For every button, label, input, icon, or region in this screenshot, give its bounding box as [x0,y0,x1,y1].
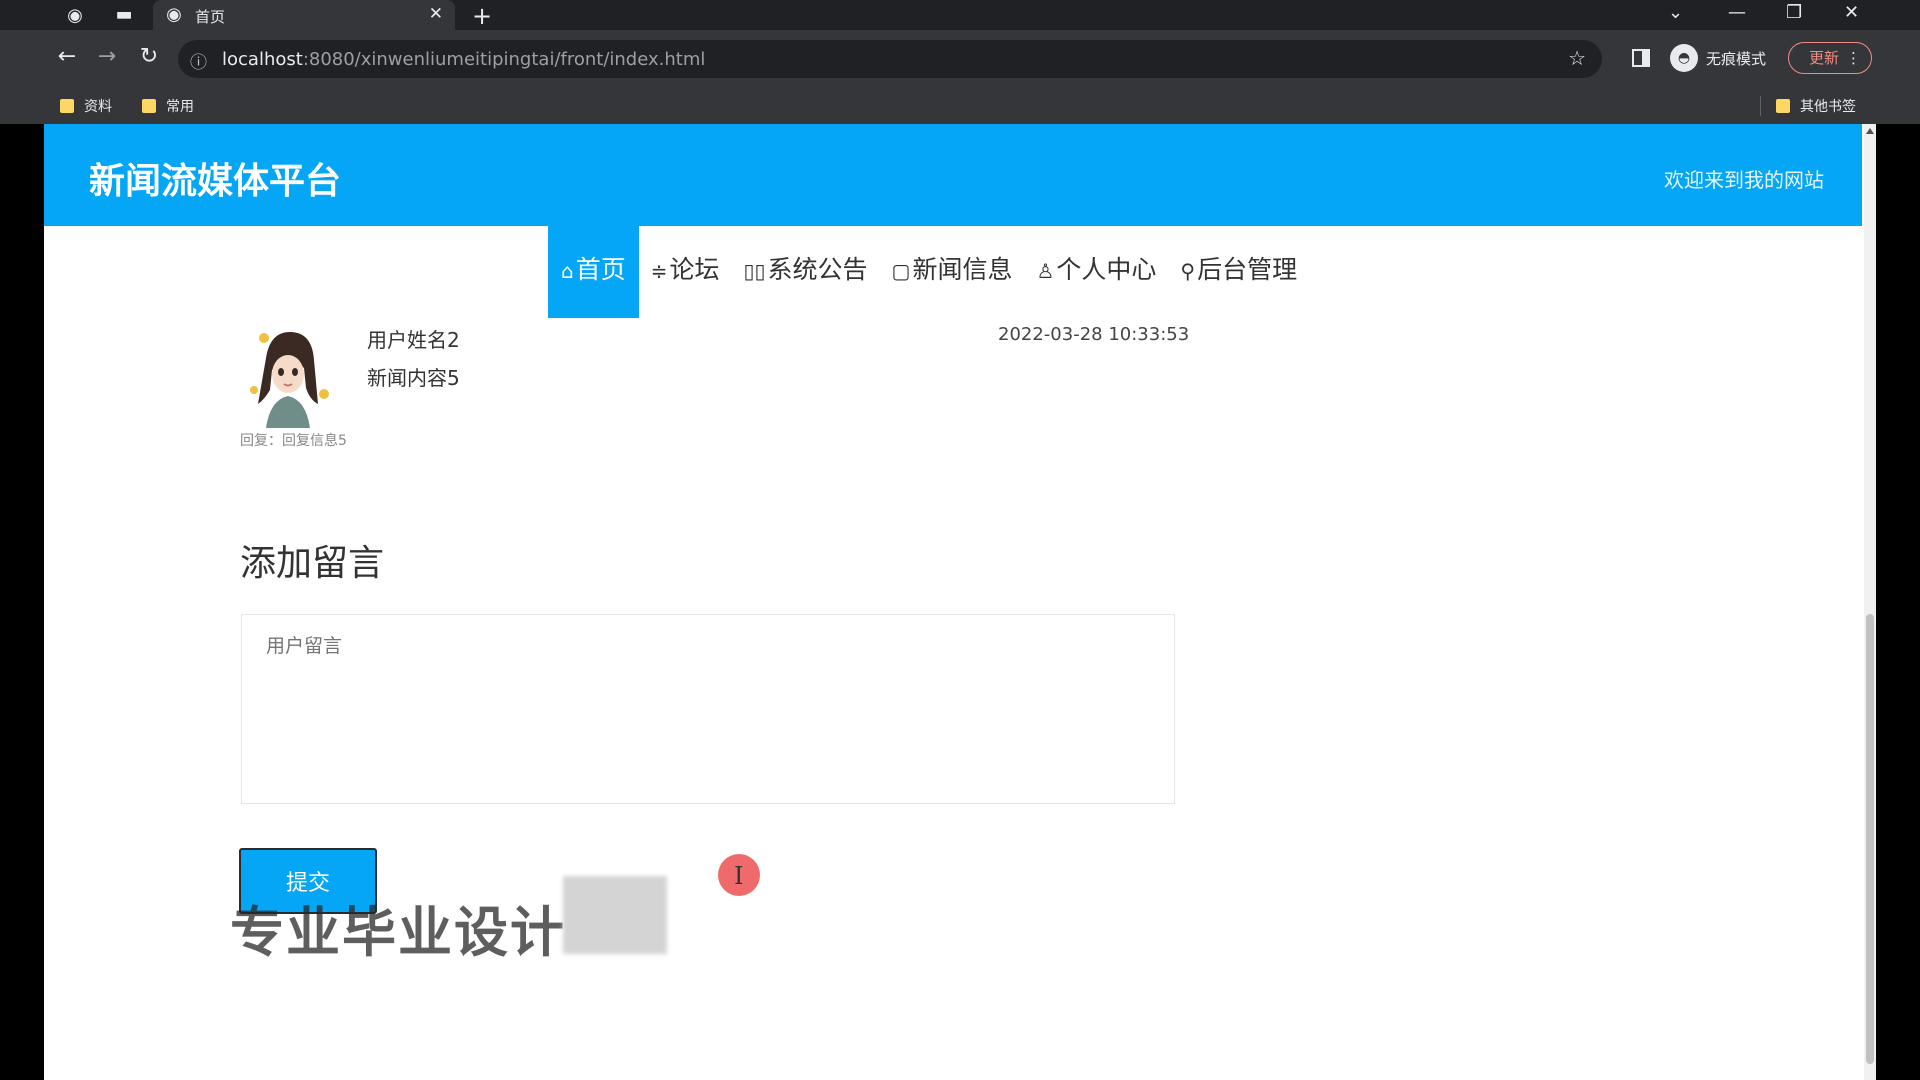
minimize-button[interactable]: — [1728,2,1746,23]
back-button[interactable]: ← [52,44,82,69]
message-input[interactable] [241,614,1175,804]
text-cursor-icon: I [734,862,744,890]
watermark-text: 专业毕业设计 [230,901,566,964]
address-bar[interactable]: ⓘ localhost:8080/xinwenliumeitipingtai/f… [178,40,1602,78]
folder-icon [142,99,156,113]
main-nav: ⌂首页 ≑论坛 ▯▯系统公告 ▢新闻信息 ♙个人中心 ⚲后台管理 [548,226,1309,318]
globe-icon[interactable]: ◉ [64,5,86,27]
nav-item-profile[interactable]: ♙个人中心 [1024,226,1168,318]
bookmarks-bar: 资料 常用 其他书签 [0,88,1920,124]
bookmark-folder[interactable]: 常用 [142,96,194,116]
globe-icon: ◉ [166,4,182,25]
nav-label: 后台管理 [1197,255,1298,284]
welcome-text: 欢迎来到我的网站 [1664,168,1824,192]
site-header: 新闻流媒体平台 欢迎来到我的网站 [44,124,1862,226]
scrollbar-thumb[interactable] [1866,614,1874,1064]
nav-item-news[interactable]: ▢新闻信息 [880,226,1025,318]
nav-label: 论坛 [669,255,720,284]
tab-title: 首页 [195,8,226,26]
url-path: :8080/xinwenliumeitipingtai/front/index.… [302,49,706,70]
comment-timestamp: 2022-03-28 10:33:53 [998,324,1190,345]
tab-home[interactable]: ◉ 首页 ✕ [153,0,455,30]
side-panel-icon[interactable] [1632,49,1650,67]
incognito-label: 无痕模式 [1706,50,1767,68]
restore-button[interactable]: ❐ [1786,2,1802,23]
section-title: 添加留言 [240,543,385,584]
reload-button[interactable]: ↻ [134,44,164,69]
browser-toolbar: ← → ↻ ⓘ localhost:8080/xinwenliumeitipin… [0,30,1920,88]
forward-button[interactable]: → [92,44,122,69]
bookmark-label: 资料 [84,99,112,115]
update-button[interactable]: 更新 ⋮ [1788,42,1872,74]
book-icon: ▯▯ [743,259,766,283]
blurred-region [563,876,667,954]
nav-item-home[interactable]: ⌂首页 [548,226,639,318]
site-title: 新闻流媒体平台 [89,161,342,202]
close-icon[interactable]: ✕ [429,4,443,24]
bookmark-star-icon[interactable]: ☆ [1568,46,1586,70]
comment-content: 新闻内容5 [367,366,460,390]
folder-icon [60,99,74,113]
comment-reply: 回复：回复信息5 [240,433,347,449]
user-icon: ♙ [1036,259,1055,283]
browser-tab-bar: ◉ ▬ ◉ 首页 ✕ + ⌄ — ❐ ✕ [0,0,1920,30]
nav-label: 系统公告 [767,255,868,284]
bookmark-label: 常用 [166,99,194,115]
page-scrollbar[interactable] [1864,124,1876,1080]
more-icon[interactable]: ⋮ [1846,43,1861,73]
sliders-icon: ≑ [650,259,668,283]
chevron-down-icon[interactable]: ⌄ [1668,2,1683,23]
home-icon: ⌂ [561,259,574,283]
page-viewport: 新闻流媒体平台 欢迎来到我的网站 ⌂首页 ≑论坛 ▯▯系统公告 ▢新闻信息 ♙个… [44,124,1876,1080]
nav-label: 个人中心 [1056,255,1157,284]
divider [1760,96,1761,116]
avatar [248,328,329,428]
folder-icon [1776,99,1790,113]
url-host: localhost [222,49,303,70]
new-tab-button[interactable]: + [472,2,492,30]
nav-item-forum[interactable]: ≑论坛 [639,226,732,318]
other-bookmarks[interactable]: 其他书签 [1776,96,1856,116]
nav-item-announcements[interactable]: ▯▯系统公告 [732,226,880,318]
comment-user-name: 用户姓名2 [367,328,460,352]
link-icon: ⚲ [1180,259,1196,283]
nav-label: 新闻信息 [912,255,1013,284]
nav-label: 首页 [575,255,626,284]
bookmark-label: 其他书签 [1800,99,1856,115]
url-text[interactable]: localhost:8080/xinwenliumeitipingtai/fro… [222,49,705,70]
incognito-icon[interactable]: ◓ [1670,44,1698,72]
tab-group-icon[interactable]: ▬ [113,4,135,26]
bookmark-folder[interactable]: 资料 [60,96,112,116]
close-window-button[interactable]: ✕ [1844,2,1859,23]
nav-item-admin[interactable]: ⚲后台管理 [1168,226,1309,318]
scroll-up-icon[interactable] [1866,128,1874,134]
document-icon: ▢ [891,259,911,283]
info-icon[interactable]: ⓘ [190,48,207,73]
update-label: 更新 [1809,49,1840,67]
